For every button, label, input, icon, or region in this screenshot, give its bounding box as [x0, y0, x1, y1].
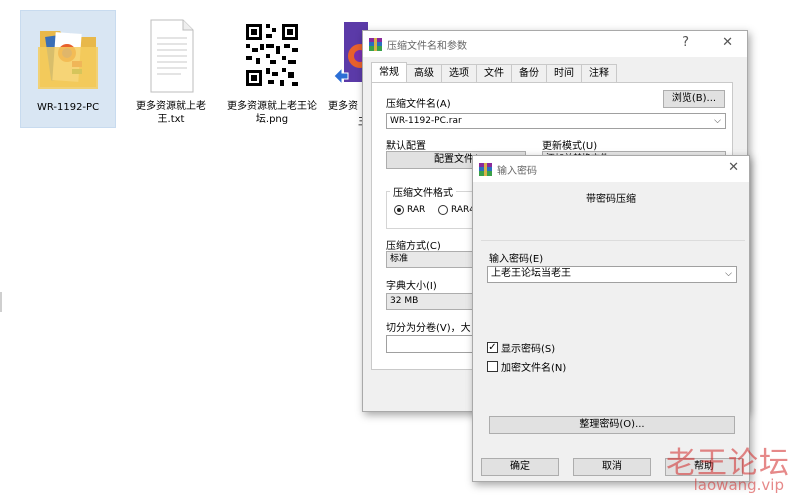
browse-button[interactable]: 浏览(B)...	[663, 90, 725, 108]
desktop-icon-label: 更多资源就上老王论坛.png	[227, 101, 317, 125]
checkbox-unchecked-icon	[487, 361, 498, 372]
format-rar-label: RAR	[407, 205, 426, 215]
desktop-icon-label: WR-1192-PC	[36, 102, 100, 113]
password-dialog: 输入密码 ✕ 带密码压缩 输入密码(E) 上老王论坛当老王 ⌵ ✓ 显示密码(S…	[472, 155, 750, 482]
desktop-icon-png[interactable]: 更多资源就上老王论坛.png	[224, 10, 320, 128]
scroll-edge-marker	[0, 292, 2, 312]
password-heading: 带密码压缩	[586, 194, 636, 205]
radio-unselected-icon	[438, 205, 448, 215]
cancel-button[interactable]: 取消	[573, 458, 651, 476]
tab-general[interactable]: 常规	[371, 62, 407, 83]
tab-backup[interactable]: 备份	[511, 64, 547, 82]
password-input[interactable]: 上老王论坛当老王 ⌵	[487, 266, 737, 283]
chevron-down-icon[interactable]: ⌵	[725, 267, 732, 281]
chevron-down-icon[interactable]: ⌵	[714, 114, 721, 128]
qr-image-icon	[238, 16, 306, 96]
organize-passwords-button[interactable]: 整理密码(O)...	[489, 416, 735, 434]
split-volume-label: 切分为分卷(V)，大	[386, 323, 471, 334]
archive-name-input[interactable]: WR-1192-PC.rar ⌵	[386, 113, 726, 129]
tab-options[interactable]: 选项	[441, 64, 477, 82]
method-label: 压缩方式(C)	[386, 241, 441, 252]
winrar-icon	[479, 162, 492, 176]
method-select[interactable]: 标准	[386, 251, 486, 268]
folder-icon	[34, 17, 102, 97]
archive-name-value: WR-1192-PC.rar	[390, 116, 462, 126]
encrypt-names-checkbox[interactable]: 加密文件名(N)	[487, 359, 566, 374]
update-mode-label: 更新模式(U)	[542, 141, 598, 152]
desktop-icon-label: 更多资源就上老王.txt	[136, 101, 206, 125]
desktop-icon-txt[interactable]: 更多资源就上老王.txt	[123, 10, 219, 128]
archive-dialog-title: 压缩文件名和参数	[387, 40, 467, 52]
text-file-icon	[137, 16, 205, 96]
dict-size-label: 字典大小(I)	[386, 281, 437, 292]
password-dialog-titlebar[interactable]: 输入密码 ✕	[473, 156, 749, 182]
radio-selected-icon	[394, 205, 404, 215]
tab-advanced[interactable]: 高级	[406, 64, 442, 82]
default-profile-label: 默认配置	[386, 141, 426, 152]
ok-button[interactable]: 确定	[481, 458, 559, 476]
close-icon[interactable]: ✕	[722, 35, 733, 50]
archive-name-label: 压缩文件名(A)	[386, 99, 451, 110]
checkbox-checked-icon: ✓	[487, 342, 498, 353]
format-rar4-radio[interactable]: RAR4	[438, 205, 475, 215]
format-group-title: 压缩文件格式	[390, 184, 456, 199]
help-icon[interactable]: ?	[682, 35, 689, 50]
password-dialog-title: 输入密码	[497, 165, 537, 177]
dict-size-select[interactable]: 32 MB	[386, 293, 486, 310]
password-value: 上老王论坛当老王	[491, 268, 571, 279]
archive-dialog-titlebar[interactable]: 压缩文件名和参数 ? ✕	[363, 31, 747, 57]
split-volume-input[interactable]	[386, 335, 486, 353]
close-icon[interactable]: ✕	[728, 160, 739, 175]
format-rar-radio[interactable]: RAR	[394, 205, 425, 215]
winrar-icon	[369, 37, 382, 51]
desktop-icon-folder[interactable]: WR-1192-PC	[20, 10, 116, 128]
tab-comment[interactable]: 注释	[581, 64, 617, 82]
show-password-checkbox[interactable]: ✓ 显示密码(S)	[487, 340, 555, 355]
tab-files[interactable]: 文件	[476, 64, 512, 82]
watermark-en: laowang.vip	[693, 476, 784, 494]
archive-tabs: 常规 高级 选项 文件 备份 时间 注释	[371, 62, 617, 83]
show-password-label: 显示密码(S)	[501, 344, 556, 355]
encrypt-names-label: 加密文件名(N)	[501, 363, 567, 374]
enter-password-label: 输入密码(E)	[489, 254, 544, 265]
tab-time[interactable]: 时间	[546, 64, 582, 82]
